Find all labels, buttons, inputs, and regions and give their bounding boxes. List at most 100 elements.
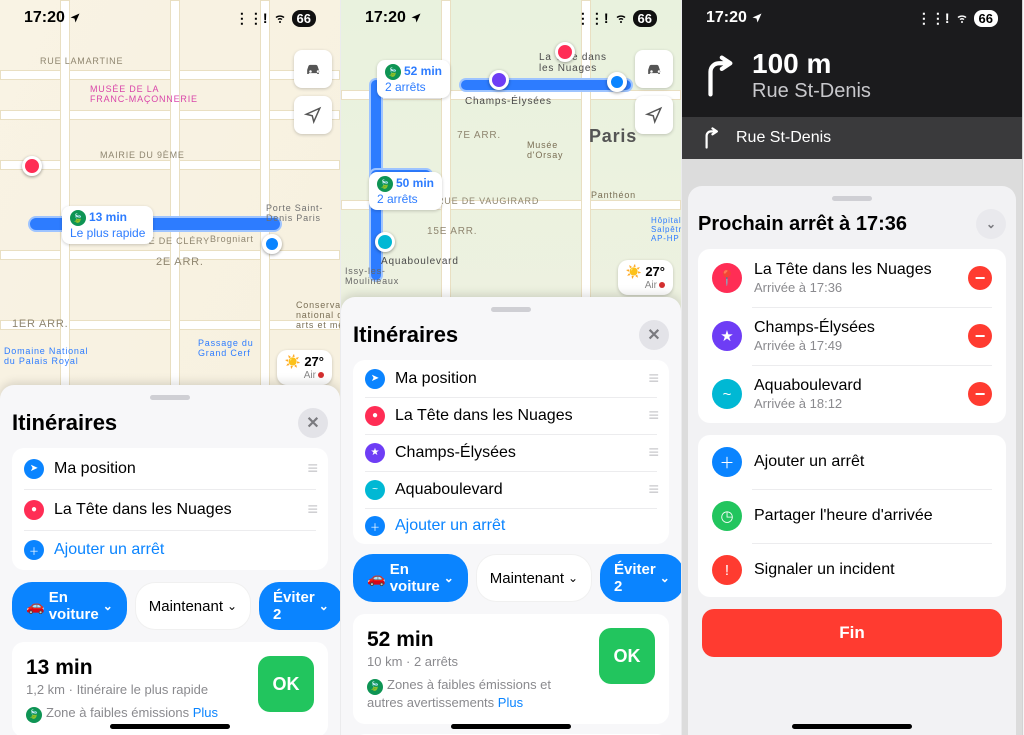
turn-right-icon bbox=[702, 127, 720, 149]
start-route-button[interactable]: OK bbox=[599, 628, 655, 684]
location-services-icon bbox=[751, 12, 763, 24]
stop-row[interactable]: 📍 La Tête dans les Nuages Arrivée à 17:3… bbox=[698, 249, 1006, 307]
stop-row-origin[interactable]: ➤ Ma position ≡ bbox=[353, 360, 669, 397]
depart-time-pill[interactable]: Maintenant ⌄ bbox=[135, 582, 251, 630]
weather-widget[interactable]: ☀️ 27° Air bbox=[277, 350, 332, 385]
actions-card: ＋ Ajouter un arrêt ◷ Partager l'heure d'… bbox=[698, 435, 1006, 597]
sheet-grabber[interactable] bbox=[832, 196, 872, 201]
pin-icon: ● bbox=[365, 406, 385, 426]
stop-row-3[interactable]: ~ Aquaboulevard ≡ bbox=[353, 471, 669, 508]
vehicle-mode-button[interactable] bbox=[635, 50, 673, 88]
share-eta-action[interactable]: ◷ Partager l'heure d'arrivée bbox=[698, 489, 1006, 543]
transport-mode-pill[interactable]: 🚗 En voiture ⌄ bbox=[353, 554, 468, 602]
upcoming-stops-card: 📍 La Tête dans les Nuages Arrivée à 17:3… bbox=[698, 249, 1006, 423]
collapse-button[interactable]: ⌄ bbox=[976, 209, 1006, 239]
stop-row-1[interactable]: ● La Tête dans les Nuages ≡ bbox=[353, 397, 669, 434]
map-label: 1ER ARR. bbox=[12, 318, 69, 330]
map-label: Paris bbox=[589, 126, 637, 147]
depart-time-pill[interactable]: Maintenant ⌄ bbox=[476, 554, 592, 602]
current-location-pin[interactable] bbox=[607, 72, 627, 92]
recenter-button[interactable] bbox=[635, 96, 673, 134]
nav-next-road: Rue St-Denis bbox=[736, 129, 831, 147]
weather-widget[interactable]: ☀️ 27° Air bbox=[618, 260, 673, 295]
add-stop-action[interactable]: ＋ Ajouter un arrêt bbox=[698, 435, 1006, 489]
reorder-handle-icon[interactable]: ≡ bbox=[648, 405, 657, 426]
stop-row-origin[interactable]: ➤ Ma position ≡ bbox=[12, 448, 328, 489]
stop-row[interactable]: ★ Champs-Élysées Arrivée à 17:49 − bbox=[698, 307, 1006, 365]
stop-row-2[interactable]: ★ Champs-Élysées ≡ bbox=[353, 434, 669, 471]
wifi-icon bbox=[954, 12, 970, 24]
stop-pin-3[interactable] bbox=[375, 232, 395, 252]
map-label: RUE DE VAUGIRARD bbox=[437, 196, 539, 206]
start-route-button[interactable]: OK bbox=[258, 656, 314, 712]
map-label: 15E ARR. bbox=[427, 226, 477, 237]
location-icon: ➤ bbox=[24, 459, 44, 479]
stop-pin-1[interactable] bbox=[555, 42, 575, 62]
recenter-button[interactable] bbox=[294, 96, 332, 134]
stop-row-destination[interactable]: ● La Tête dans les Nuages ≡ bbox=[12, 489, 328, 530]
avoid-pill[interactable]: Éviter 2 ⌄ bbox=[259, 582, 341, 630]
status-time: 17:20 bbox=[365, 9, 406, 27]
sheet-grabber[interactable] bbox=[491, 307, 531, 312]
stop-row-add[interactable]: ＋ Ajouter un arrêt bbox=[353, 508, 669, 544]
star-icon: ★ bbox=[365, 443, 385, 463]
route-callout[interactable]: 🍃13 min Le plus rapide bbox=[62, 206, 153, 244]
status-bar: 17:20 ⋮⋮! 66 bbox=[0, 0, 340, 36]
stop-pin-2[interactable] bbox=[489, 70, 509, 90]
status-time: 17:20 bbox=[706, 9, 747, 27]
sheet-grabber[interactable] bbox=[150, 395, 190, 400]
current-location-pin[interactable] bbox=[262, 234, 282, 254]
home-indicator[interactable] bbox=[451, 724, 571, 729]
remove-stop-button[interactable]: − bbox=[968, 382, 992, 406]
route-details: 1,2 km · Itinéraire le plus rapide bbox=[26, 682, 246, 697]
home-indicator[interactable] bbox=[110, 724, 230, 729]
routes-sheet[interactable]: Itinéraires ✕ ➤ Ma position ≡ ● La Tête … bbox=[341, 297, 681, 735]
battery-icon: 66 bbox=[974, 10, 998, 27]
route-details: 10 km · 2 arrêts bbox=[367, 654, 587, 669]
reorder-handle-icon[interactable]: ≡ bbox=[307, 499, 316, 520]
remove-stop-button[interactable]: − bbox=[968, 324, 992, 348]
remove-stop-button[interactable]: − bbox=[968, 266, 992, 290]
transport-mode-pill[interactable]: 🚗 En voiture ⌄ bbox=[12, 582, 127, 630]
map-label: Aquaboulevard bbox=[381, 256, 459, 267]
reorder-handle-icon[interactable]: ≡ bbox=[648, 368, 657, 389]
stop-row-add[interactable]: ＋ Ajouter un arrêt bbox=[12, 530, 328, 570]
route-option[interactable]: 13 min 1,2 km · Itinéraire le plus rapid… bbox=[12, 642, 328, 735]
share-icon: ◷ bbox=[712, 501, 742, 531]
filter-pills: 🚗 En voiture ⌄ Maintenant ⌄ Éviter 2 ⌄ bbox=[353, 554, 669, 602]
wifi-icon bbox=[613, 12, 629, 24]
map-label: Brogniart bbox=[210, 234, 254, 244]
stops-card: ➤ Ma position ≡ ● La Tête dans les Nuage… bbox=[353, 360, 669, 544]
destination-pin[interactable] bbox=[22, 156, 42, 176]
map-label: Domaine National du Palais Royal bbox=[4, 346, 88, 366]
end-navigation-button[interactable]: Fin bbox=[702, 609, 1002, 657]
routes-sheet[interactable]: Itinéraires ✕ ➤ Ma position ≡ ● La Tête … bbox=[0, 385, 340, 735]
reorder-handle-icon[interactable]: ≡ bbox=[307, 458, 316, 479]
sheet-title: Prochain arrêt à 17:36 bbox=[698, 213, 907, 236]
reorder-handle-icon[interactable]: ≡ bbox=[648, 479, 657, 500]
swim-icon: ~ bbox=[712, 379, 742, 409]
navigation-banner: 17:20 ⋮⋮! 66 100 m Rue St-Denis Rue St-D… bbox=[682, 0, 1022, 159]
nav-distance: 100 m bbox=[752, 48, 871, 80]
map-label: Panthéon bbox=[591, 190, 636, 200]
route-option[interactable]: 52 min 10 km · 2 arrêts 🍃Zones à faibles… bbox=[353, 614, 669, 724]
screen-2-routes-multistop: 17:20 ⋮⋮! 66 La Tête dans les Nuages Cha… bbox=[341, 0, 682, 735]
route-advisory: 🍃Zone à faibles émissions Plus bbox=[26, 705, 246, 723]
route-callout-alt[interactable]: 🍃50 min 2 arrêts bbox=[369, 172, 442, 210]
close-button[interactable]: ✕ bbox=[298, 408, 328, 438]
map-label: Musée de la Franc-Maçonnerie bbox=[90, 84, 198, 104]
reorder-handle-icon[interactable]: ≡ bbox=[648, 442, 657, 463]
star-icon: ★ bbox=[712, 321, 742, 351]
navigation-next-step[interactable]: Rue St-Denis bbox=[682, 117, 1022, 159]
home-indicator[interactable] bbox=[792, 724, 912, 729]
sheet-title: Itinéraires bbox=[12, 410, 117, 436]
avoid-pill[interactable]: Éviter 2 ⌄ bbox=[600, 554, 682, 602]
report-incident-action[interactable]: ! Signaler un incident bbox=[698, 543, 1006, 597]
tray-sheet[interactable]: Prochain arrêt à 17:36 ⌄ 📍 La Tête dans … bbox=[688, 186, 1016, 735]
close-button[interactable]: ✕ bbox=[639, 320, 669, 350]
stop-row[interactable]: ~ Aquaboulevard Arrivée à 18:12 − bbox=[698, 365, 1006, 423]
map-label: Passage du Grand Cerf bbox=[198, 338, 254, 358]
route-callout[interactable]: 🍃52 min 2 arrêts bbox=[377, 60, 450, 98]
plus-icon: ＋ bbox=[712, 447, 742, 477]
vehicle-mode-button[interactable] bbox=[294, 50, 332, 88]
